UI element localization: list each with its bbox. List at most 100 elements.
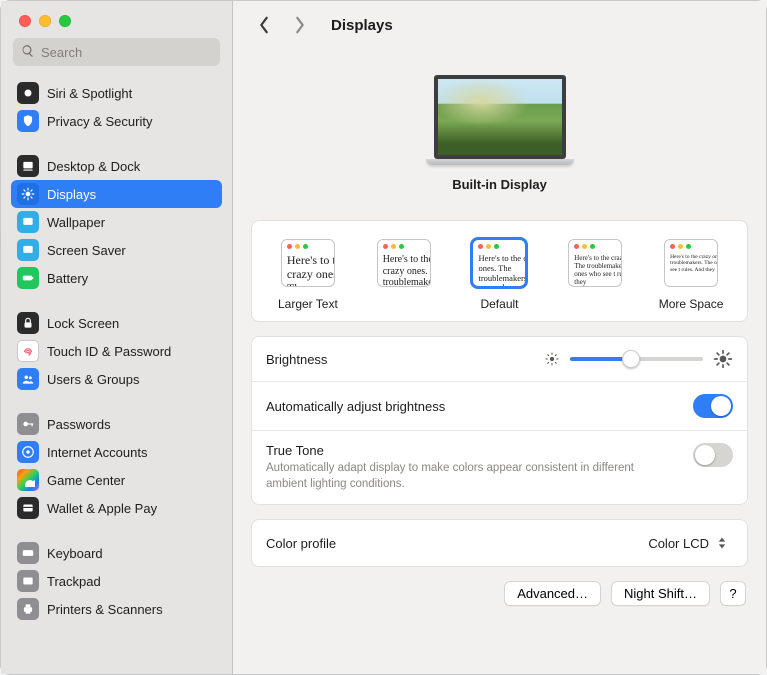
sidebar-item-icon <box>17 497 39 519</box>
forward-button[interactable] <box>289 11 311 39</box>
resolution-picker: Here's to the crazy ones. The troublemak… <box>252 221 747 321</box>
resolution-panel: Here's to the crazy ones. The troublemak… <box>251 220 748 322</box>
brightness-knob[interactable] <box>622 350 640 368</box>
resolution-caption: Larger Text <box>260 297 356 311</box>
resolution-thumb: Here's to the crazy ones. The troublemak… <box>664 239 718 287</box>
auto-brightness-label: Automatically adjust brightness <box>266 399 445 414</box>
sidebar-item-icon <box>17 110 39 132</box>
truetone-description: Automatically adapt display to make colo… <box>266 461 665 492</box>
resolution-thumb: Here's to the crazy ones. The troublemak… <box>281 239 335 287</box>
toolbar: Displays <box>233 1 766 49</box>
sidebar-item-icon <box>17 239 39 261</box>
sidebar-item-label: Displays <box>47 187 96 202</box>
sidebar-item-icon <box>17 598 39 620</box>
sidebar-item-label: Touch ID & Password <box>47 344 171 359</box>
laptop-icon <box>426 75 574 165</box>
sidebar-item-icon <box>17 183 39 205</box>
advanced-button[interactable]: Advanced… <box>504 581 601 606</box>
search-icon <box>21 44 35 61</box>
sidebar-item-internet-accounts[interactable]: Internet Accounts <box>11 438 222 466</box>
sidebar-item-label: Privacy & Security <box>47 114 152 129</box>
sidebar-item-label: Keyboard <box>47 546 103 561</box>
brightness-low-icon <box>544 351 560 367</box>
sidebar-item-siri-spotlight[interactable]: Siri & Spotlight <box>11 79 222 107</box>
display-preview: Built-in Display <box>251 49 748 206</box>
sidebar-item-icon <box>17 368 39 390</box>
sidebar-list[interactable]: Siri & Spotlight Privacy & Security Deskto… <box>1 72 232 674</box>
color-profile-label: Color profile <box>266 536 336 551</box>
color-profile-row: Color profile Color LCD <box>252 520 747 566</box>
sidebar-item-keyboard[interactable]: Keyboard <box>11 539 222 567</box>
sidebar-item-wallpaper[interactable]: Wallpaper <box>11 208 222 236</box>
updown-chevron-icon <box>715 534 729 552</box>
sidebar-item-icon <box>17 413 39 435</box>
sidebar-item-game-center[interactable]: Game Center <box>11 466 222 494</box>
sidebar-item-label: Users & Groups <box>47 372 139 387</box>
zoom-window-icon[interactable] <box>59 15 71 27</box>
sidebar-item-desktop-dock[interactable]: Desktop & Dock <box>11 152 222 180</box>
sidebar-item-icon <box>17 211 39 233</box>
search-field[interactable] <box>13 38 220 66</box>
sidebar-item-wallet-apple-pay[interactable]: Wallet & Apple Pay <box>11 494 222 522</box>
sidebar-item-battery[interactable]: Battery <box>11 264 222 292</box>
auto-brightness-toggle[interactable] <box>693 394 733 418</box>
display-settings-panel: Brightness Automatically adjust brightne… <box>251 336 748 505</box>
window-traffic-lights <box>1 1 232 38</box>
resolution-option-1[interactable]: Here's to the crazy ones. The troublemak… <box>356 239 452 297</box>
sidebar-item-label: Printers & Scanners <box>47 602 163 617</box>
sidebar-item-trackpad[interactable]: Trackpad <box>11 567 222 595</box>
display-name: Built-in Display <box>452 177 547 192</box>
truetone-row: True Tone Automatically adapt display to… <box>252 430 747 504</box>
sidebar-item-icon <box>17 441 39 463</box>
sidebar-item-label: Siri & Spotlight <box>47 86 132 101</box>
page-title: Displays <box>331 17 393 34</box>
resolution-thumb: Here's to the crazy ones. The troublemak… <box>377 239 431 287</box>
sidebar-item-displays[interactable]: Displays <box>11 180 222 208</box>
sidebar-item-label: Passwords <box>47 417 111 432</box>
sidebar-item-icon <box>17 570 39 592</box>
sidebar-item-label: Lock Screen <box>47 316 119 331</box>
sidebar-item-privacy-security[interactable]: Privacy & Security <box>11 107 222 135</box>
brightness-slider[interactable] <box>544 349 733 369</box>
content-area: Displays Built-in Display Here's to the … <box>233 1 766 674</box>
sidebar-item-label: Battery <box>47 271 88 286</box>
auto-brightness-row: Automatically adjust brightness <box>252 381 747 430</box>
sidebar-item-printers-scanners[interactable]: Printers & Scanners <box>11 595 222 623</box>
sidebar-item-label: Wallet & Apple Pay <box>47 501 157 516</box>
search-input[interactable] <box>41 45 212 60</box>
sidebar-item-label: Screen Saver <box>47 243 126 258</box>
sidebar-item-passwords[interactable]: Passwords <box>11 410 222 438</box>
sidebar-item-touch-id-password[interactable]: Touch ID & Password <box>11 337 222 365</box>
footer-buttons: Advanced… Night Shift… ? <box>251 567 748 606</box>
sidebar-item-label: Trackpad <box>47 574 101 589</box>
resolution-thumb: Here's to the crazy ones. The troublemak… <box>568 239 622 287</box>
sidebar-item-lock-screen[interactable]: Lock Screen <box>11 309 222 337</box>
truetone-label: True Tone <box>266 443 665 458</box>
sidebar-item-icon <box>17 469 39 491</box>
back-button[interactable] <box>253 11 275 39</box>
resolution-option-4[interactable]: Here's to the crazy ones. The troublemak… <box>643 239 739 311</box>
resolution-caption: Default <box>452 297 548 311</box>
sidebar-item-icon <box>17 155 39 177</box>
resolution-option-3[interactable]: Here's to the crazy ones. The troublemak… <box>547 239 643 297</box>
resolution-option-2[interactable]: Here's to the crazy ones. The troublemak… <box>452 239 548 311</box>
truetone-toggle[interactable] <box>693 443 733 467</box>
color-profile-select[interactable]: Color LCD <box>640 532 733 554</box>
color-profile-panel: Color profile Color LCD <box>251 519 748 567</box>
close-window-icon[interactable] <box>19 15 31 27</box>
help-button[interactable]: ? <box>720 581 746 606</box>
resolution-thumb: Here's to the crazy ones. The troublemak… <box>472 239 526 287</box>
minimize-window-icon[interactable] <box>39 15 51 27</box>
brightness-high-icon <box>713 349 733 369</box>
sidebar-item-screen-saver[interactable]: Screen Saver <box>11 236 222 264</box>
sidebar-item-icon <box>17 82 39 104</box>
night-shift-button[interactable]: Night Shift… <box>611 581 710 606</box>
resolution-option-0[interactable]: Here's to the crazy ones. The troublemak… <box>260 239 356 311</box>
brightness-track[interactable] <box>570 357 703 361</box>
sidebar-item-label: Wallpaper <box>47 215 105 230</box>
sidebar-item-users-groups[interactable]: Users & Groups <box>11 365 222 393</box>
color-profile-value: Color LCD <box>648 536 709 551</box>
brightness-label: Brightness <box>266 352 327 367</box>
brightness-row: Brightness <box>252 337 747 381</box>
sidebar-item-icon <box>17 542 39 564</box>
